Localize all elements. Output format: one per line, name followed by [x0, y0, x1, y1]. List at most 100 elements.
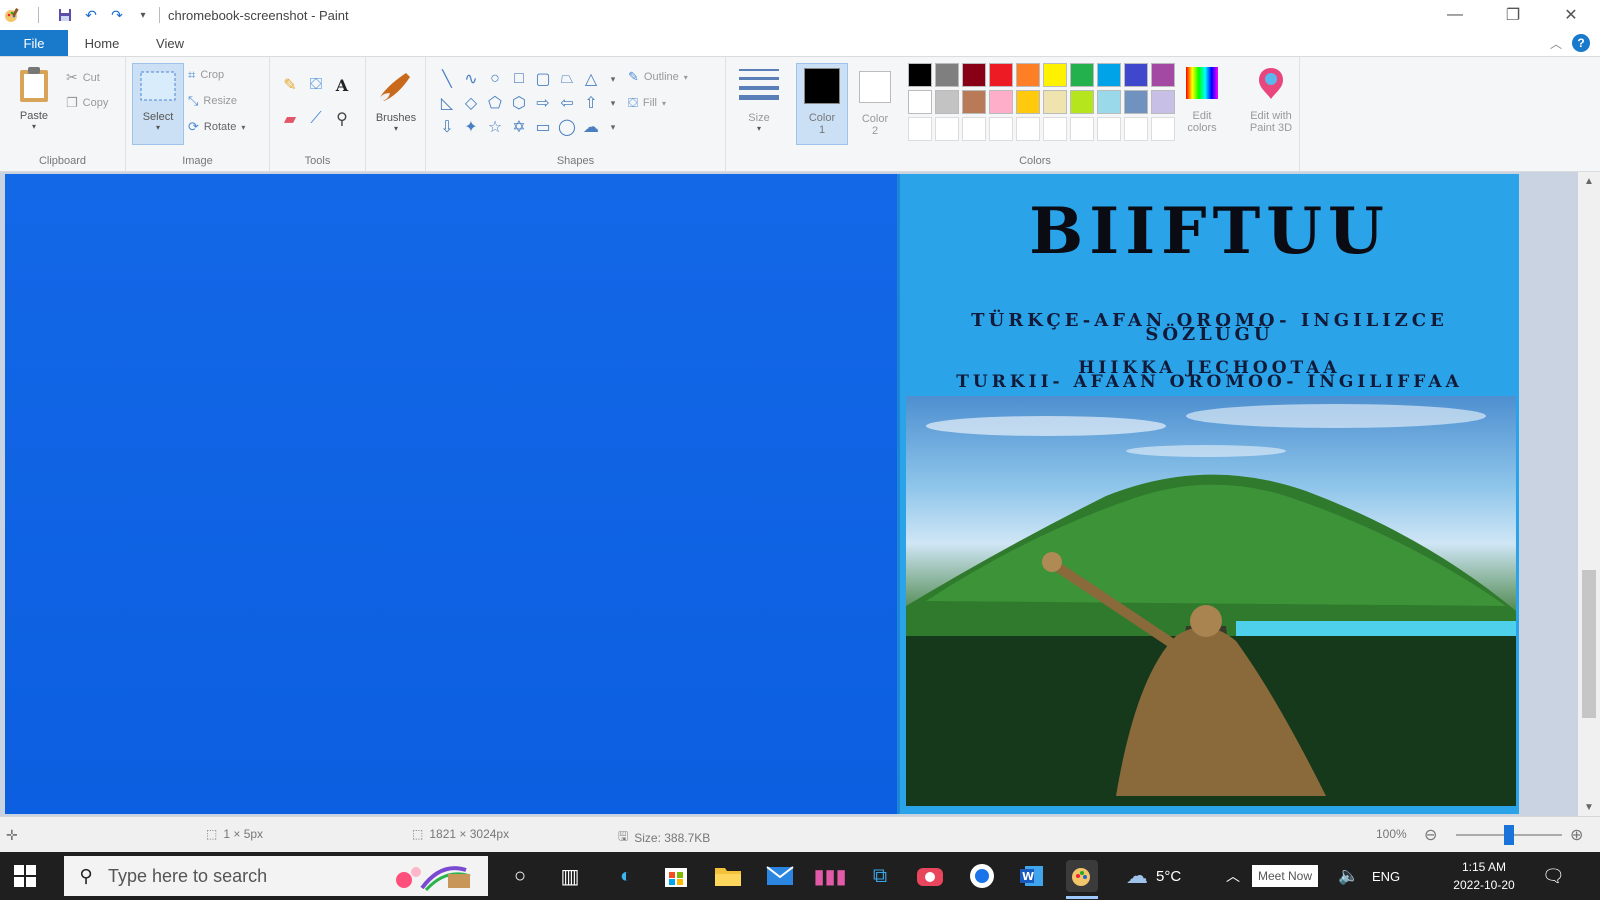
- close-button[interactable]: ✕: [1542, 0, 1600, 30]
- eraser-icon[interactable]: ▰: [280, 109, 300, 129]
- paint-taskbar-icon[interactable]: [1066, 860, 1098, 892]
- palette-swatch[interactable]: [1070, 117, 1094, 141]
- fill-bucket-icon[interactable]: ⛋: [306, 75, 326, 95]
- resize-button[interactable]: ⤡ Resize: [188, 93, 237, 109]
- palette-swatch[interactable]: [989, 63, 1013, 87]
- word-icon[interactable]: W: [1016, 860, 1048, 892]
- rectangle-shape-icon[interactable]: □: [508, 69, 530, 89]
- pencil-icon[interactable]: ✎: [280, 75, 300, 95]
- outline-button[interactable]: ✎ Outline ▾: [628, 69, 688, 85]
- zoom-slider-thumb[interactable]: [1504, 825, 1514, 845]
- weather-widget[interactable]: ☁ 5°C: [1126, 852, 1181, 900]
- diamond-shape-icon[interactable]: ◇: [460, 93, 482, 113]
- rotate-button[interactable]: ⟳ Rotate ▾: [188, 119, 245, 135]
- palette-swatch[interactable]: [935, 90, 959, 114]
- palette-swatch[interactable]: [1124, 117, 1148, 141]
- cloud-callout-shape-icon[interactable]: ☁: [580, 117, 602, 137]
- palette-swatch[interactable]: [1097, 90, 1121, 114]
- color2-button[interactable]: Color 2: [850, 63, 900, 145]
- oval-shape-icon[interactable]: ○: [484, 69, 506, 89]
- palette-swatch[interactable]: [908, 90, 932, 114]
- palette-swatch[interactable]: [1016, 90, 1040, 114]
- triangle-shape-icon[interactable]: △: [580, 69, 602, 89]
- palette-swatch[interactable]: [908, 117, 932, 141]
- palette-swatch[interactable]: [962, 63, 986, 87]
- edit-colors-button[interactable]: Edit colors: [1178, 65, 1226, 134]
- palette-swatch[interactable]: [962, 90, 986, 114]
- meet-now-button[interactable]: Meet Now: [1252, 852, 1319, 900]
- curve-shape-icon[interactable]: ∿: [460, 69, 482, 89]
- rounded-callout-shape-icon[interactable]: ▭: [532, 117, 554, 137]
- palette-swatch[interactable]: [1151, 117, 1175, 141]
- language-indicator[interactable]: ENG: [1372, 852, 1400, 900]
- five-point-star-shape-icon[interactable]: ☆: [484, 117, 506, 137]
- paste-button[interactable]: Paste ▾: [12, 65, 56, 131]
- four-point-star-shape-icon[interactable]: ✦: [460, 117, 482, 137]
- mail-icon[interactable]: [764, 860, 796, 892]
- windows-start-icon[interactable]: [14, 865, 36, 887]
- fill-button[interactable]: ⛋ Fill ▾: [628, 95, 666, 111]
- polygon-shape-icon[interactable]: ⏢: [556, 69, 578, 89]
- scroll-up-icon[interactable]: ▲: [1578, 172, 1600, 190]
- up-arrow-shape-icon[interactable]: ⇧: [580, 93, 602, 113]
- edit-with-paint3d-button[interactable]: Edit with Paint 3D: [1242, 65, 1300, 134]
- minimize-button[interactable]: —: [1426, 0, 1484, 30]
- scroll-down-icon[interactable]: ▼: [1578, 798, 1600, 816]
- magnifier-icon[interactable]: ⚲: [332, 109, 352, 129]
- cut-button[interactable]: ✂ Cut: [66, 69, 100, 86]
- palette-swatch[interactable]: [1070, 63, 1094, 87]
- canvas-workspace[interactable]: BIIFTUU TÜRKÇE-AFAN OROMO- INGILIZCE SÖZ…: [0, 172, 1600, 816]
- taskbar-search-box[interactable]: ⚲ Type here to search: [64, 856, 488, 896]
- scrollbar-thumb[interactable]: [1582, 570, 1596, 718]
- palette-swatch[interactable]: [1070, 90, 1094, 114]
- volume-icon[interactable]: 🔈: [1338, 852, 1359, 900]
- rounded-rectangle-shape-icon[interactable]: ▢: [532, 69, 554, 89]
- pentagon-shape-icon[interactable]: ⬠: [484, 93, 506, 113]
- redo-icon[interactable]: ↷: [109, 7, 125, 23]
- line-shape-icon[interactable]: ╲: [436, 69, 458, 89]
- palette-swatch[interactable]: [989, 117, 1013, 141]
- task-view-icon[interactable]: ▥: [554, 860, 586, 892]
- microsoft-store-icon[interactable]: [660, 860, 692, 892]
- palette-swatch[interactable]: [1124, 63, 1148, 87]
- left-arrow-shape-icon[interactable]: ⇦: [556, 93, 578, 113]
- snip-tool-icon[interactable]: ⧉: [864, 860, 896, 892]
- restore-button[interactable]: ❐: [1484, 0, 1542, 30]
- six-point-star-shape-icon[interactable]: ✡: [508, 117, 530, 137]
- palette-swatch[interactable]: [1151, 63, 1175, 87]
- shapes-scroll-up-icon[interactable]: ▾: [602, 69, 624, 89]
- palette-swatch[interactable]: [1043, 90, 1067, 114]
- edge-browser-icon[interactable]: ◐: [610, 860, 642, 892]
- oval-callout-shape-icon[interactable]: ◯: [556, 117, 578, 137]
- palette-swatch[interactable]: [935, 63, 959, 87]
- palette-swatch[interactable]: [989, 90, 1013, 114]
- color1-button[interactable]: Color 1: [796, 63, 848, 145]
- crop-button[interactable]: ⌗ Crop: [188, 67, 224, 83]
- save-icon[interactable]: [57, 7, 73, 23]
- undo-icon[interactable]: ↶: [83, 7, 99, 23]
- file-explorer-icon[interactable]: [712, 860, 744, 892]
- palette-swatch[interactable]: [1097, 63, 1121, 87]
- palette-swatch[interactable]: [935, 117, 959, 141]
- shapes-more-icon[interactable]: ▾: [602, 117, 624, 137]
- palette-swatch[interactable]: [908, 63, 932, 87]
- palette-swatch[interactable]: [1016, 117, 1040, 141]
- notifications-icon[interactable]: 🗨: [1542, 852, 1565, 900]
- help-icon[interactable]: ?: [1572, 34, 1590, 52]
- brushes-button[interactable]: Brushes ▾: [372, 67, 420, 133]
- right-triangle-shape-icon[interactable]: ◺: [436, 93, 458, 113]
- size-button[interactable]: Size ▾: [736, 67, 782, 133]
- palette-swatch[interactable]: [1043, 117, 1067, 141]
- zoom-out-icon[interactable]: ⊖: [1424, 825, 1437, 845]
- palette-swatch[interactable]: [1151, 90, 1175, 114]
- text-icon[interactable]: A: [332, 75, 352, 95]
- palette-swatch[interactable]: [1097, 117, 1121, 141]
- color-picker-icon[interactable]: ⟋: [306, 109, 326, 129]
- select-button[interactable]: Select ▾: [132, 63, 184, 145]
- palette-swatch[interactable]: [962, 117, 986, 141]
- clock[interactable]: 1:15 AM 2022-10-20: [1446, 858, 1522, 894]
- right-arrow-shape-icon[interactable]: ⇨: [532, 93, 554, 113]
- vertical-scrollbar[interactable]: ▲ ▼: [1578, 172, 1600, 816]
- show-hidden-icons-chevron-icon[interactable]: ︿: [1226, 852, 1240, 900]
- shapes-scroll-down-icon[interactable]: ▾: [602, 93, 624, 113]
